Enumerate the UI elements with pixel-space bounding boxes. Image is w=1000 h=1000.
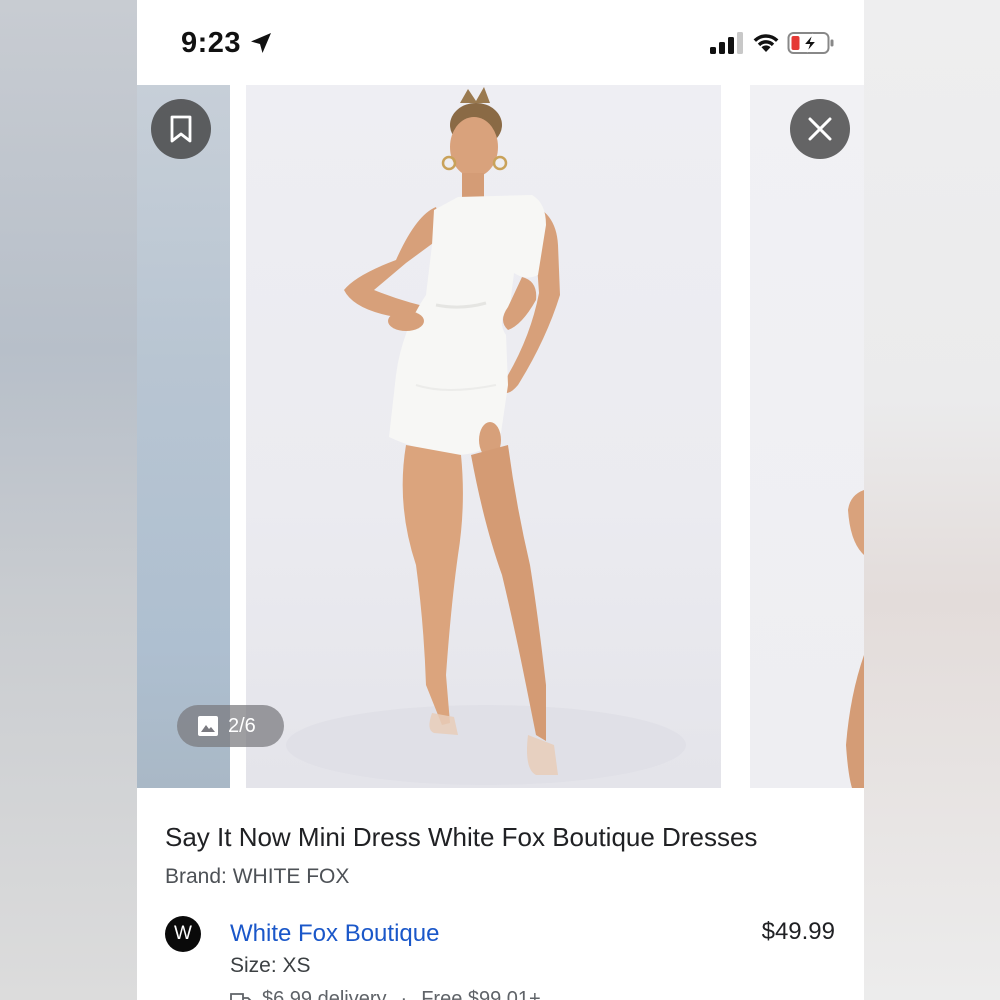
location-arrow-icon bbox=[251, 33, 271, 53]
carousel-slide-next[interactable] bbox=[750, 85, 864, 788]
bookmark-icon bbox=[170, 115, 192, 143]
image-carousel[interactable]: 2/6 bbox=[137, 85, 864, 788]
image-icon bbox=[198, 716, 218, 736]
status-bar: 9:23 bbox=[137, 0, 864, 85]
seller-logo: W bbox=[165, 916, 201, 952]
image-counter-label: 2/6 bbox=[228, 714, 256, 737]
battery-charging-icon bbox=[787, 32, 834, 54]
seller-link[interactable]: White Fox Boutique bbox=[230, 920, 439, 948]
wifi-icon bbox=[753, 34, 779, 52]
delivery-info: $6.99 delivery · Free $99.01+ bbox=[230, 988, 541, 1000]
image-counter: 2/6 bbox=[177, 705, 284, 747]
product-size: Size: XS bbox=[230, 954, 311, 977]
product-details: Say It Now Mini Dress White Fox Boutique… bbox=[137, 788, 864, 1000]
product-photo bbox=[286, 87, 686, 785]
free-shipping-threshold: Free $99.01+ bbox=[421, 988, 541, 1000]
status-time: 9:23 bbox=[181, 27, 242, 59]
save-button[interactable] bbox=[151, 99, 211, 159]
carousel-slide-previous[interactable] bbox=[137, 85, 230, 788]
product-price: $49.99 bbox=[761, 918, 835, 945]
next-product-photo bbox=[846, 490, 864, 788]
cellular-signal-icon bbox=[710, 32, 743, 54]
backdrop-left bbox=[0, 0, 137, 1000]
backdrop-right bbox=[864, 0, 1000, 1000]
seller-logo-letter: W bbox=[174, 923, 192, 944]
phone-screen: 9:23 2/6 Say It Now Mini Dress White Fox… bbox=[137, 0, 864, 1000]
truck-icon bbox=[230, 992, 252, 1000]
close-button[interactable] bbox=[790, 99, 850, 159]
close-icon bbox=[808, 117, 832, 141]
delivery-separator: · bbox=[400, 988, 408, 1000]
product-title: Say It Now Mini Dress White Fox Boutique… bbox=[165, 822, 758, 852]
delivery-cost: $6.99 delivery bbox=[262, 988, 387, 1000]
carousel-slide-current[interactable] bbox=[246, 85, 721, 788]
product-brand: Brand: WHITE FOX bbox=[165, 865, 350, 888]
